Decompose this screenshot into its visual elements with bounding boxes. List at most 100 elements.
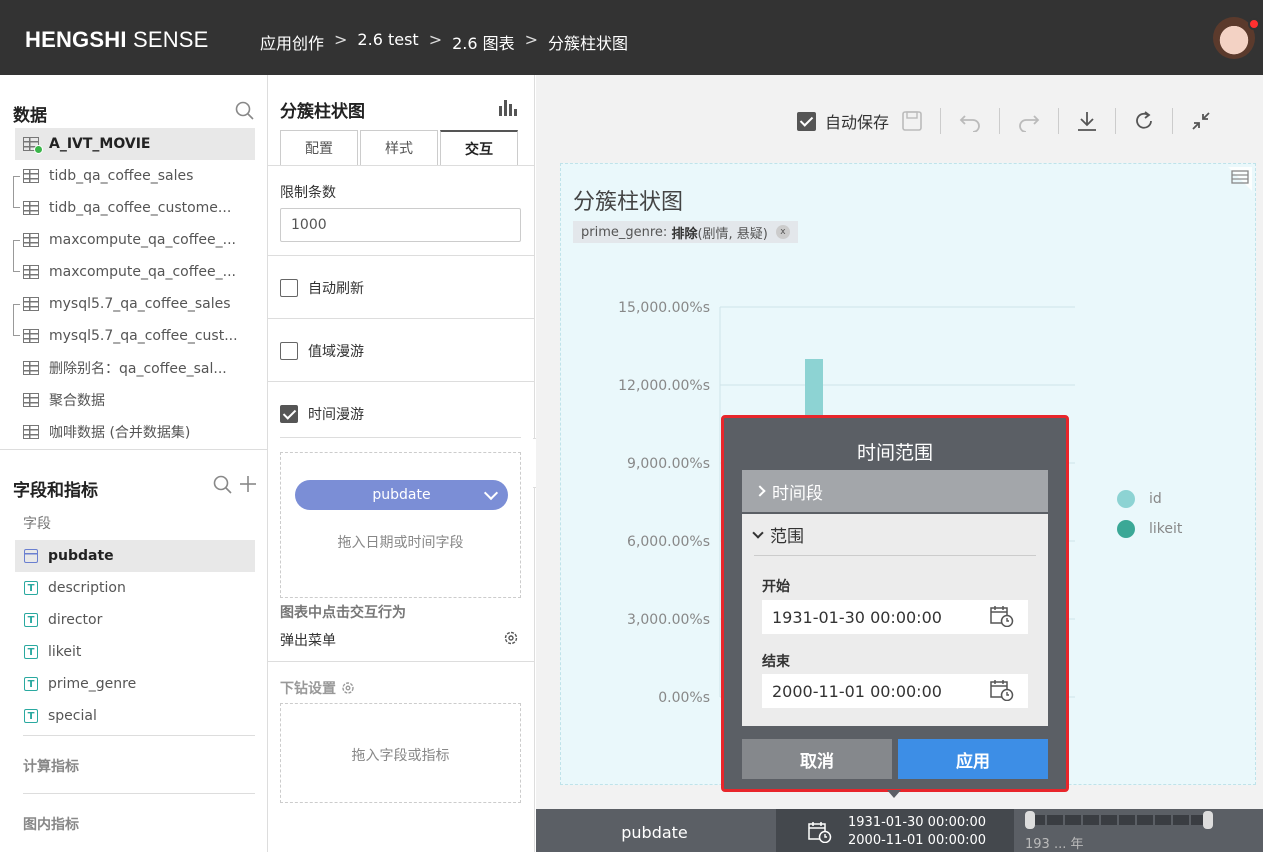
dataset-item[interactable]: mysql5.7_qa_coffee_sales	[15, 288, 255, 320]
time-roam-field[interactable]: pubdate	[536, 809, 773, 852]
slider-handle-start[interactable]	[1025, 811, 1035, 829]
search-icon[interactable]	[213, 475, 233, 495]
gear-icon[interactable]	[341, 681, 355, 695]
accordion-time-period[interactable]: 时间段	[742, 470, 1048, 512]
time-roam-option[interactable]: 时间漫游	[280, 404, 364, 424]
end-datetime-input[interactable]: 2000-11-01 00:00:00	[762, 674, 1028, 708]
save-icon[interactable]	[901, 110, 923, 132]
breadcrumb: 应用创作 > 2.6 test > 2.6 图表 > 分簇柱状图	[260, 30, 628, 54]
toolbar-divider	[999, 108, 1001, 134]
range-roam-option[interactable]: 值域漫游	[280, 341, 364, 361]
section-divider	[280, 437, 521, 438]
dataset-item[interactable]: maxcompute_qa_coffee_...	[15, 256, 255, 288]
app-logo[interactable]: HENGSHI SENSE	[25, 27, 209, 53]
legend-swatch	[1117, 490, 1135, 508]
table-icon	[23, 425, 39, 439]
y-tick-label: 0.00%s	[658, 690, 710, 706]
table-view-icon[interactable]	[1228, 167, 1252, 191]
autosave-checkbox[interactable]	[797, 111, 816, 131]
dataset-item[interactable]: tidb_qa_coffee_custome...	[15, 192, 255, 224]
breadcrumb-item[interactable]: 2.6 test	[357, 30, 418, 54]
breadcrumb-separator: >	[524, 30, 539, 49]
auto-refresh-checkbox[interactable]	[280, 279, 298, 297]
y-tick-label: 6,000.00%s	[627, 534, 710, 550]
slider-track[interactable]	[1029, 815, 1209, 825]
time-roam-checkbox[interactable]	[280, 405, 298, 423]
date-field-icon	[24, 549, 38, 563]
toolbar-divider	[1115, 108, 1117, 134]
drill-dropzone[interactable]: 拖入字段或指标	[280, 703, 521, 803]
data-section-title: 数据	[13, 106, 47, 126]
table-icon	[23, 265, 39, 279]
filter-tag[interactable]: prime_genre: 排除 (剧情, 悬疑) x	[573, 221, 798, 243]
field-item-pubdate[interactable]: pubdate	[15, 540, 255, 572]
dataset-item[interactable]: mysql5.7_qa_coffee_cust...	[15, 320, 255, 352]
bar-chart-icon[interactable]	[498, 100, 517, 116]
time-field-pill[interactable]: pubdate	[295, 480, 508, 510]
section-divider	[268, 381, 534, 382]
collapse-icon[interactable]	[1190, 110, 1212, 132]
config-panel: 分簇柱状图 配置 样式 交互 限制条数 1000 自动刷新 值域漫游 时间漫游 …	[268, 75, 535, 852]
dataset-item[interactable]: 咖啡数据 (合并数据集)	[15, 416, 255, 448]
cancel-button[interactable]: 取消	[742, 739, 892, 779]
range-roam-checkbox[interactable]	[280, 342, 298, 360]
field-item-likeit[interactable]: Tlikeit	[15, 636, 255, 668]
apply-button[interactable]: 应用	[898, 739, 1048, 779]
time-range-trigger[interactable]: 1931-01-30 00:00:00 2000-11-01 00:00:00	[776, 809, 1014, 852]
calc-metrics-label: 计算指标	[23, 759, 79, 775]
limit-input[interactable]: 1000	[280, 208, 521, 242]
breadcrumb-item[interactable]: 应用创作	[260, 30, 324, 54]
search-icon[interactable]	[235, 101, 255, 121]
undo-icon[interactable]	[958, 110, 982, 132]
table-icon	[23, 393, 39, 407]
y-tick-label: 3,000.00%s	[627, 612, 710, 628]
chart-type-title: 分簇柱状图	[280, 102, 365, 122]
dataset-item[interactable]: maxcompute_qa_coffee_...	[15, 224, 255, 256]
end-label: 结束	[762, 654, 790, 670]
time-field-dropzone[interactable]: pubdate 拖入日期或时间字段	[280, 452, 521, 598]
calendar-clock-icon[interactable]	[990, 679, 1014, 701]
table-icon	[23, 137, 43, 154]
chart-metrics-label: 图内指标	[23, 817, 79, 833]
time-roam-bar: pubdate 1931-01-30 00:00:00 2000-11-01 0…	[536, 809, 1263, 852]
field-item-prime-genre[interactable]: Tprime_genre	[15, 668, 255, 700]
toolbar-divider	[940, 108, 942, 134]
slider-handle-end[interactable]	[1203, 811, 1213, 829]
chevron-down-icon[interactable]	[483, 485, 499, 501]
dataset-item[interactable]: 删除别名：qa_coffee_sal...	[15, 352, 255, 384]
chevron-right-icon	[754, 485, 766, 497]
dataset-item[interactable]: tidb_qa_coffee_sales	[15, 160, 255, 192]
table-icon	[23, 297, 39, 311]
legend-item-id[interactable]: id	[1117, 490, 1162, 508]
toolbar-divider	[1058, 108, 1060, 134]
calendar-clock-icon[interactable]	[990, 605, 1014, 627]
legend-item-likeit[interactable]: likeit	[1117, 520, 1182, 538]
add-icon[interactable]	[239, 475, 257, 493]
range-end-text: 2000-11-01 00:00:00	[848, 833, 987, 848]
breadcrumb-separator: >	[334, 30, 348, 49]
dataset-item[interactable]: A_IVT_MOVIE	[15, 128, 255, 160]
chart-title: 分簇柱状图	[573, 190, 684, 215]
dataset-item[interactable]: 聚合数据	[15, 384, 255, 416]
gear-icon[interactable]	[503, 630, 519, 646]
notification-dot	[1248, 18, 1260, 30]
time-slider[interactable]: 193 ... 年	[1017, 809, 1263, 852]
field-item-special[interactable]: Tspecial	[15, 700, 255, 732]
drill-drop-hint: 拖入字段或指标	[351, 748, 450, 764]
accordion-range-header[interactable]: 范围	[752, 514, 1036, 556]
field-item-director[interactable]: Tdirector	[15, 604, 255, 636]
click-action-value[interactable]: 弹出菜单	[280, 630, 336, 650]
tab-style[interactable]: 样式	[360, 130, 438, 165]
start-datetime-input[interactable]: 1931-01-30 00:00:00	[762, 600, 1028, 634]
download-icon[interactable]	[1076, 110, 1098, 132]
tab-interaction[interactable]: 交互	[440, 130, 518, 165]
redo-icon[interactable]	[1017, 110, 1041, 132]
auto-refresh-option[interactable]: 自动刷新	[280, 278, 364, 298]
tab-config[interactable]: 配置	[280, 130, 358, 165]
field-item-description[interactable]: Tdescription	[15, 572, 255, 604]
refresh-icon[interactable]	[1133, 110, 1155, 132]
chart-toolbar: 自动保存	[797, 107, 1212, 135]
remove-filter-icon[interactable]: x	[775, 225, 790, 239]
breadcrumb-current: 分簇柱状图	[548, 34, 629, 53]
breadcrumb-item[interactable]: 2.6 图表	[452, 30, 515, 54]
